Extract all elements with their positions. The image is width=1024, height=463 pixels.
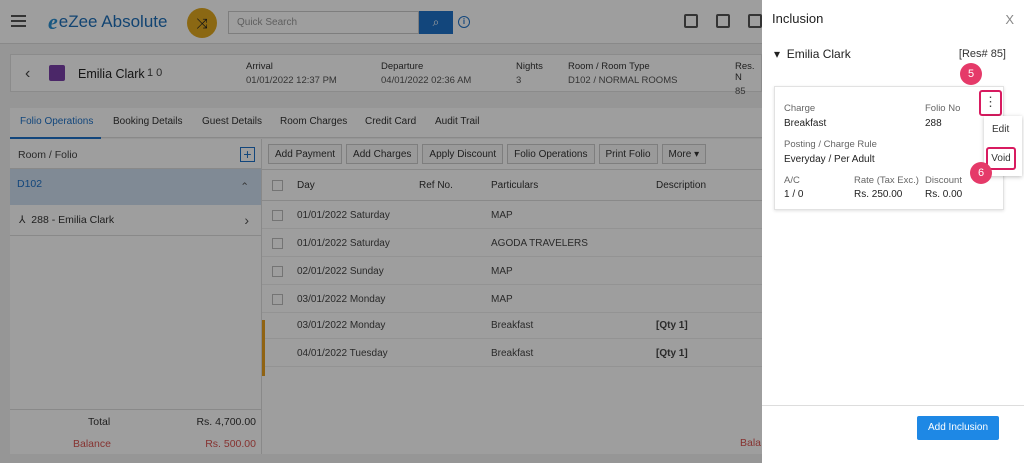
close-icon[interactable]: X <box>1005 12 1014 27</box>
inclusion-card: Charge Breakfast Folio No 288 Posting / … <box>774 86 1004 210</box>
panel-divider <box>762 405 1024 406</box>
folio-value: 288 <box>925 118 942 129</box>
modal-overlay[interactable] <box>0 0 762 463</box>
panel-title: Inclusion <box>772 11 824 26</box>
rate-value: Rs. 250.00 <box>854 189 903 200</box>
edit-menu-item[interactable]: Edit <box>992 124 1009 135</box>
charge-label: Charge <box>784 103 816 114</box>
step-badge-6: 6 <box>970 162 992 184</box>
res-number: [Res# 85] <box>958 48 1006 60</box>
step-badge-5: 5 <box>960 63 982 85</box>
guest-toggle[interactable]: ▾ Emilia Clark <box>774 47 851 61</box>
more-options-icon[interactable]: ⋮ <box>979 90 1002 116</box>
charge-value: Breakfast <box>784 118 827 129</box>
rule-value: Everyday / Per Adult <box>784 154 875 165</box>
add-inclusion-button[interactable]: Add Inclusion <box>917 416 999 440</box>
folio-label: Folio No <box>925 103 961 114</box>
caret-down-icon: ▾ <box>774 47 781 61</box>
rule-label: Posting / Charge Rule <box>784 139 877 150</box>
inclusion-panel: Inclusion X ▾ Emilia Clark [Res# 85] Cha… <box>762 0 1024 463</box>
discount-value: Rs. 0.00 <box>925 189 963 200</box>
discount-label: Discount <box>925 175 962 186</box>
rate-label: Rate (Tax Exc.) <box>854 175 919 186</box>
ac-value: 1 / 0 <box>784 189 804 200</box>
ac-label: A/C <box>784 175 800 186</box>
